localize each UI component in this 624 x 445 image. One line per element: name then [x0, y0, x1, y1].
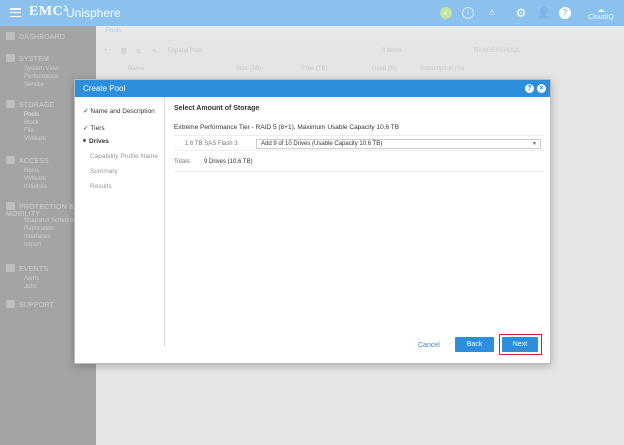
drive-type-label: 1.6 TB SAS Flash 3 [185, 141, 238, 147]
dialog-title: Create Pool [83, 84, 126, 93]
dialog-content: Select Amount of Storage Extreme Perform… [174, 97, 544, 346]
current-step-bullet-icon [83, 139, 86, 142]
next-button-highlight: Next [499, 334, 542, 355]
wizard-steps: ✓ Name and Description ✓ Tiers Drives Capa… [75, 97, 165, 346]
step-tiers[interactable]: ✓ Tiers [83, 124, 105, 132]
step-drives[interactable]: Drives [83, 138, 109, 145]
step-results: Results [90, 183, 112, 190]
drive-row: 1.6 TB SAS Flash 3 Add 9 of 10 Drives (U… [174, 135, 544, 151]
divider [174, 171, 544, 172]
cancel-button[interactable]: Cancel [418, 342, 440, 349]
step-name-and-description[interactable]: ✓ Name and Description [83, 107, 155, 115]
create-pool-dialog: Create Pool ? × ✓ Name and Description ✓ T… [74, 79, 551, 364]
back-button[interactable]: Back [455, 337, 494, 352]
section-title: Select Amount of Storage [174, 105, 260, 112]
chevron-down-icon: ▼ [532, 141, 537, 147]
close-icon[interactable]: × [537, 84, 546, 93]
totals-value: 9 Drives (10.6 TB) [204, 159, 253, 165]
step-capability-profile-name: Capability Profile Name [90, 153, 158, 160]
next-button[interactable]: Next [502, 337, 538, 352]
checkmark-icon: ✓ [83, 108, 89, 115]
totals-label: Totals: [174, 159, 192, 165]
dialog-footer: Cancel Back Next [165, 334, 550, 364]
dialog-title-bar: Create Pool ? × [75, 80, 550, 97]
drive-count-select[interactable]: Add 9 of 10 Drives (Usable Capacity 10.6… [256, 139, 541, 149]
checkmark-icon: ✓ [83, 125, 89, 132]
tier-label: Extreme Performance Tier - RAID 5 (8+1),… [174, 124, 400, 131]
help-icon[interactable]: ? [525, 84, 534, 93]
drive-count-value: Add 9 of 10 Drives (Usable Capacity 10.6… [261, 141, 383, 147]
step-summary: Summary [90, 168, 118, 175]
